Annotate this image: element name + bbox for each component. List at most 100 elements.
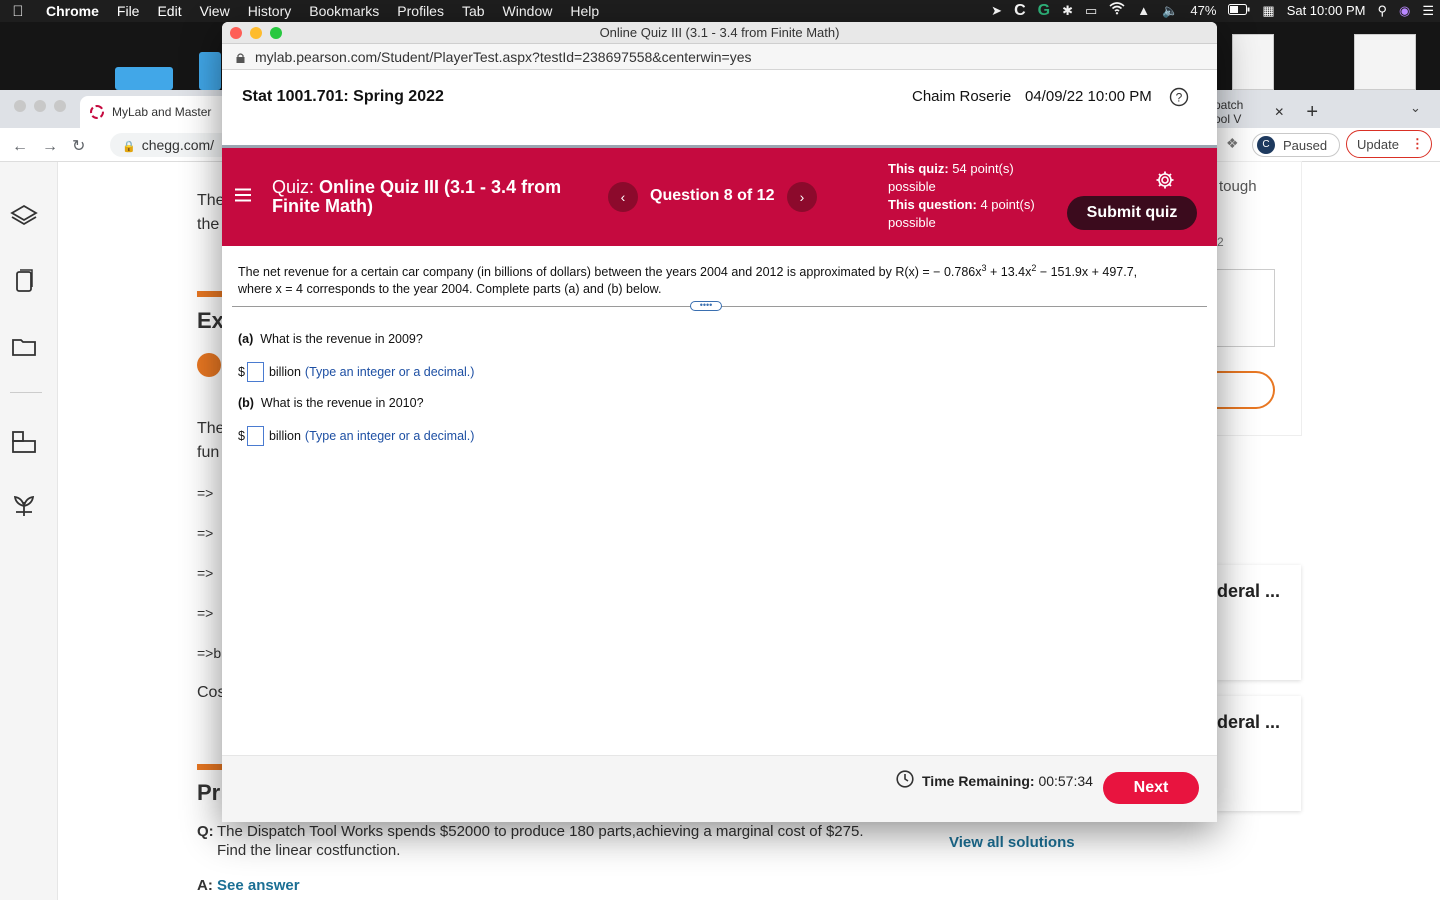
part-b-text: What is the revenue in 2010? <box>260 396 424 410</box>
help-icon[interactable]: ? <box>1169 87 1189 107</box>
student-name: Chaim Roserie <box>912 88 1012 105</box>
bg-zoom-button[interactable] <box>54 100 66 112</box>
new-tab-icon[interactable]: + <box>1306 101 1318 124</box>
menu-tab[interactable]: Tab <box>453 0 494 22</box>
question-points-label: This question: <box>888 197 977 212</box>
notification-center-icon[interactable]: ☰ <box>1416 0 1440 22</box>
qa-question-text[interactable]: Find the linear costfunction. <box>217 842 400 859</box>
part-a-label: (a) <box>238 332 254 346</box>
quiz-datetime: 04/09/22 10:00 PM <box>1025 88 1152 105</box>
bg-section-heading: Ex <box>197 308 224 333</box>
volume-icon[interactable]: 🔈 <box>1156 0 1184 22</box>
see-answer-link[interactable]: See answer <box>217 877 300 894</box>
menubar-status-area: ➤ C G ✱ ▭ ▲ 🔈 47% ▦ Sat 10:00 PM ⚲ ◉ ☰ <box>985 0 1440 22</box>
plant-icon[interactable] <box>10 492 38 520</box>
clock-icon <box>896 770 914 788</box>
view-all-solutions-link[interactable]: View all solutions <box>949 834 1075 851</box>
bg-minimize-button[interactable] <box>34 100 46 112</box>
related-card[interactable]: deral ... <box>1217 696 1301 811</box>
reload-icon[interactable]: ↻ <box>72 138 99 155</box>
menu-help[interactable]: Help <box>561 0 608 22</box>
course-title: Stat 1001.701: Spring 2022 <box>242 88 444 105</box>
extensions-puzzle-icon[interactable]: ❖ <box>1226 135 1239 152</box>
previous-question-button[interactable]: ‹ <box>608 182 638 212</box>
svg-text:?: ? <box>1176 91 1183 105</box>
back-arrow-icon[interactable]: ← <box>12 138 42 155</box>
bg-url-field[interactable]: 🔒 chegg.com/ <box>110 133 240 157</box>
menubar-clock[interactable]: Sat 10:00 PM <box>1281 0 1372 22</box>
paused-label: Paused <box>1283 137 1328 153</box>
folder-icon[interactable] <box>10 332 38 360</box>
bg-close-button[interactable] <box>14 100 26 112</box>
minimize-button[interactable] <box>250 27 262 39</box>
desktop-folder-icon[interactable] <box>199 52 221 90</box>
apple-menu-icon[interactable]:  <box>0 3 36 20</box>
part-b-answer-input[interactable] <box>246 426 264 446</box>
menu-bookmarks[interactable]: Bookmarks <box>300 0 388 22</box>
pane-divider: •••• <box>232 301 1207 311</box>
unit-label: billion <box>268 429 301 443</box>
gear-icon[interactable] <box>1155 170 1175 190</box>
post-button[interactable] <box>1207 371 1275 409</box>
close-button[interactable] <box>230 27 242 39</box>
question-counter[interactable]: Question 8 of 12 <box>650 187 774 205</box>
steps-icon[interactable] <box>10 428 38 456</box>
hamburger-menu-icon[interactable] <box>235 188 251 202</box>
update-label: Update <box>1357 136 1399 152</box>
menu-profiles[interactable]: Profiles <box>388 0 453 22</box>
eject-icon[interactable]: ▲ <box>1131 0 1156 22</box>
battery-icon[interactable] <box>1222 0 1256 22</box>
part-a-text: What is the revenue in 2009? <box>260 332 423 346</box>
desktop-document-icon[interactable] <box>1232 34 1274 90</box>
menu-edit[interactable]: Edit <box>148 0 190 22</box>
answer-format-hint: (Type an integer or a decimal.) <box>304 365 475 379</box>
submit-quiz-button[interactable]: Submit quiz <box>1067 196 1197 230</box>
grammarly-icon[interactable]: G <box>1032 0 1056 22</box>
macos-menubar:  Chrome File Edit View History Bookmark… <box>0 0 1440 22</box>
chrome-update-button[interactable]: Update ⋮ <box>1346 130 1432 158</box>
answer-format-hint: (Type an integer or a decimal.) <box>304 429 475 443</box>
menu-window[interactable]: Window <box>494 0 562 22</box>
tab-search-chevron-icon[interactable]: ⌄ <box>1410 100 1421 116</box>
desktop-folder-icon[interactable] <box>115 67 173 90</box>
profile-paused-button[interactable]: C Paused <box>1252 133 1340 157</box>
siri-icon[interactable]: ◉ <box>1393 0 1416 22</box>
airplay-icon[interactable]: ▭ <box>1079 0 1103 22</box>
wifi-icon[interactable] <box>1103 0 1131 22</box>
comment-textarea[interactable] <box>1217 269 1275 347</box>
c-app-icon[interactable]: C <box>1008 0 1032 22</box>
part-b-prompt: (b) What is the revenue in 2010? <box>238 396 424 410</box>
timer-label: Time Remaining: <box>922 773 1035 789</box>
right-panel-card: tough 2 <box>1207 162 1301 435</box>
menu-file[interactable]: File <box>108 0 149 22</box>
location-arrow-icon[interactable]: ➤ <box>985 0 1008 22</box>
qa-question-text[interactable]: The Dispatch Tool Works spends $52000 to… <box>217 823 864 840</box>
desktop-document-icon[interactable] <box>1354 34 1416 90</box>
menu-app-name[interactable]: Chrome <box>36 0 108 22</box>
calendar-icon[interactable]: ▦ <box>1256 0 1280 22</box>
qa-answer-label: A: <box>197 877 213 894</box>
bg-tab-mylab[interactable]: MyLab and Master <box>80 96 240 128</box>
popup-url-bar[interactable]: mylab.pearson.com/Student/PlayerTest.asp… <box>222 44 1217 70</box>
tab-close-icon[interactable]: ✕ <box>1274 105 1284 119</box>
next-question-button[interactable]: › <box>787 182 817 212</box>
bluetooth-icon[interactable]: ✱ <box>1056 0 1079 22</box>
zoom-button[interactable] <box>270 27 282 39</box>
spotlight-search-icon[interactable]: ⚲ <box>1371 0 1393 22</box>
menu-view[interactable]: View <box>191 0 239 22</box>
part-a-answer-input[interactable] <box>246 362 264 382</box>
kebab-menu-icon[interactable]: ⋮ <box>1411 136 1424 152</box>
next-button[interactable]: Next <box>1103 772 1199 804</box>
related-card[interactable]: deral ... <box>1217 565 1301 680</box>
flashcards-icon[interactable] <box>10 267 38 295</box>
battery-percent[interactable]: 47% <box>1184 0 1222 22</box>
part-b-label: (b) <box>238 396 254 410</box>
bg-tab-chegg[interactable]: spatch Tool V ✕ + <box>1208 96 1318 128</box>
unit-label: billion <box>268 365 301 379</box>
bg-url-text: chegg.com/ <box>141 137 215 153</box>
forward-arrow-icon[interactable]: → <box>42 138 72 155</box>
divider-handle[interactable]: •••• <box>690 301 722 311</box>
layers-icon[interactable] <box>10 202 38 230</box>
menu-history[interactable]: History <box>239 0 301 22</box>
quiz-toolbar: Quiz: Online Quiz III (3.1 - 3.4 from Fi… <box>222 148 1217 246</box>
